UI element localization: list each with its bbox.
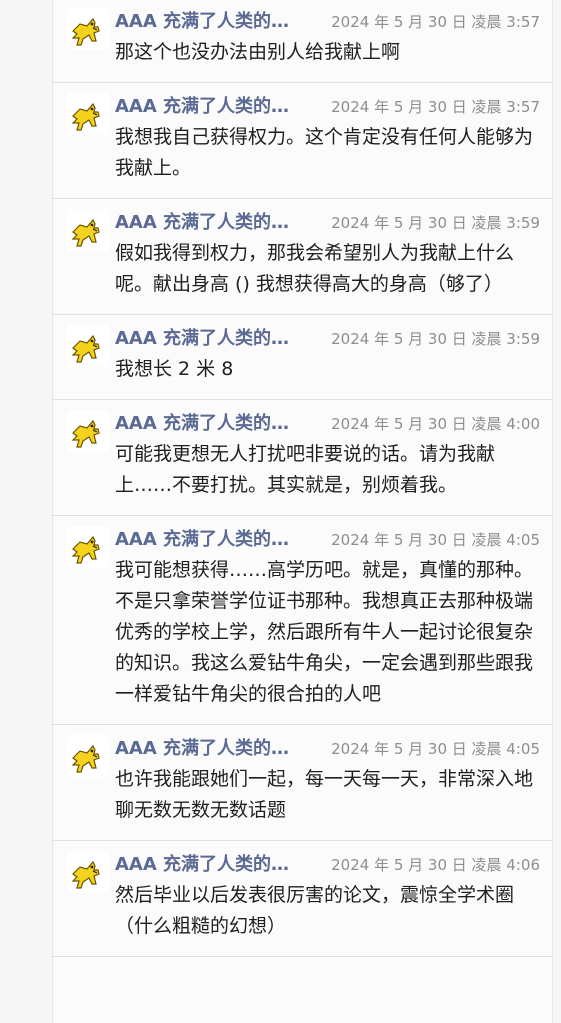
sender-name: AAA 充满了人类的…	[115, 413, 290, 434]
timestamp: 2024 年 5 月 30 日 凌晨 3:59	[331, 214, 540, 232]
right-margin	[553, 0, 561, 1023]
sender-name: AAA 充满了人类的…	[115, 11, 290, 32]
yellow-cat-avatar-icon[interactable]	[67, 325, 109, 367]
message-item[interactable]: AAA 充满了人类的… 2024 年 5 月 30 日 凌晨 3:59 假如我得…	[53, 199, 552, 315]
cat-icon	[71, 218, 100, 247]
cat-icon	[71, 744, 100, 773]
message-text: 我想我自己获得权力。这个肯定没有任何人能够为我献上。	[115, 126, 534, 179]
sender-name: AAA 充满了人类的…	[115, 96, 290, 117]
message-item[interactable]: AAA 充满了人类的… 2024 年 5 月 30 日 凌晨 4:05 我可能想…	[53, 516, 552, 725]
cat-icon	[71, 535, 100, 564]
yellow-cat-avatar-icon[interactable]	[67, 209, 109, 251]
yellow-cat-avatar-icon[interactable]	[67, 410, 109, 452]
message-item[interactable]: AAA 充满了人类的… 2024 年 5 月 30 日 凌晨 4:05 也许我能…	[53, 725, 552, 841]
message-text: 假如我得到权力，那我会希望别人为我献上什么呢。献出身高 () 我想获得高大的身高…	[115, 242, 515, 295]
message-item[interactable]: AAA 充满了人类的… 2024 年 5 月 30 日 凌晨 3:57 我想我自…	[53, 83, 552, 199]
message-text: 我想长 2 米 8	[115, 358, 234, 380]
cat-icon	[71, 102, 100, 131]
message-text: 也许我能跟她们一起，每一天每一天，非常深入地聊无数无数无数话题	[115, 768, 534, 821]
yellow-cat-avatar-icon[interactable]	[67, 526, 109, 568]
sender-name: AAA 充满了人类的…	[115, 529, 290, 550]
sender-name: AAA 充满了人类的…	[115, 212, 290, 233]
sender-name: AAA 充满了人类的…	[115, 854, 290, 875]
message-item[interactable]: AAA 充满了人类的… 2024 年 5 月 30 日 凌晨 3:59 我想长 …	[53, 315, 552, 400]
message-item[interactable]: AAA 充满了人类的… 2024 年 5 月 30 日 凌晨 3:57 那这个也…	[53, 0, 552, 83]
yellow-cat-avatar-icon[interactable]	[67, 8, 109, 50]
timestamp: 2024 年 5 月 30 日 凌晨 4:05	[331, 740, 540, 758]
timestamp: 2024 年 5 月 30 日 凌晨 4:00	[331, 415, 540, 433]
timestamp: 2024 年 5 月 30 日 凌晨 3:57	[331, 13, 540, 31]
timestamp: 2024 年 5 月 30 日 凌晨 3:59	[331, 330, 540, 348]
message-item[interactable]: AAA 充满了人类的… 2024 年 5 月 30 日 凌晨 4:00 可能我更…	[53, 400, 552, 516]
timestamp: 2024 年 5 月 30 日 凌晨 3:57	[331, 98, 540, 116]
yellow-cat-avatar-icon[interactable]	[67, 735, 109, 777]
cat-icon	[71, 17, 100, 46]
message-text: 我可能想获得……高学历吧。就是，真懂的那种。不是只拿荣誉学位证书那种。我想真正去…	[115, 559, 534, 705]
yellow-cat-avatar-icon[interactable]	[67, 851, 109, 893]
timestamp: 2024 年 5 月 30 日 凌晨 4:06	[331, 856, 540, 874]
message-text: 然后毕业以后发表很厉害的论文，震惊全学术圈（什么粗糙的幻想）	[115, 884, 515, 937]
message-item[interactable]: AAA 充满了人类的… 2024 年 5 月 30 日 凌晨 4:06 然后毕业…	[53, 841, 552, 957]
sender-name: AAA 充满了人类的…	[115, 328, 290, 349]
message-text: 可能我更想无人打扰吧非要说的话。请为我献上……不要打扰。其实就是，别烦着我。	[115, 443, 496, 496]
message-feed[interactable]: AAA 充满了人类的… 2024 年 5 月 30 日 凌晨 3:57 那这个也…	[52, 0, 553, 1023]
message-text: 那这个也没办法由别人给我献上啊	[115, 41, 401, 63]
timestamp: 2024 年 5 月 30 日 凌晨 4:05	[331, 531, 540, 549]
cat-icon	[71, 334, 100, 363]
cat-icon	[71, 860, 100, 889]
yellow-cat-avatar-icon[interactable]	[67, 93, 109, 135]
cat-icon	[71, 419, 100, 448]
left-margin	[0, 0, 52, 1023]
sender-name: AAA 充满了人类的…	[115, 738, 290, 759]
